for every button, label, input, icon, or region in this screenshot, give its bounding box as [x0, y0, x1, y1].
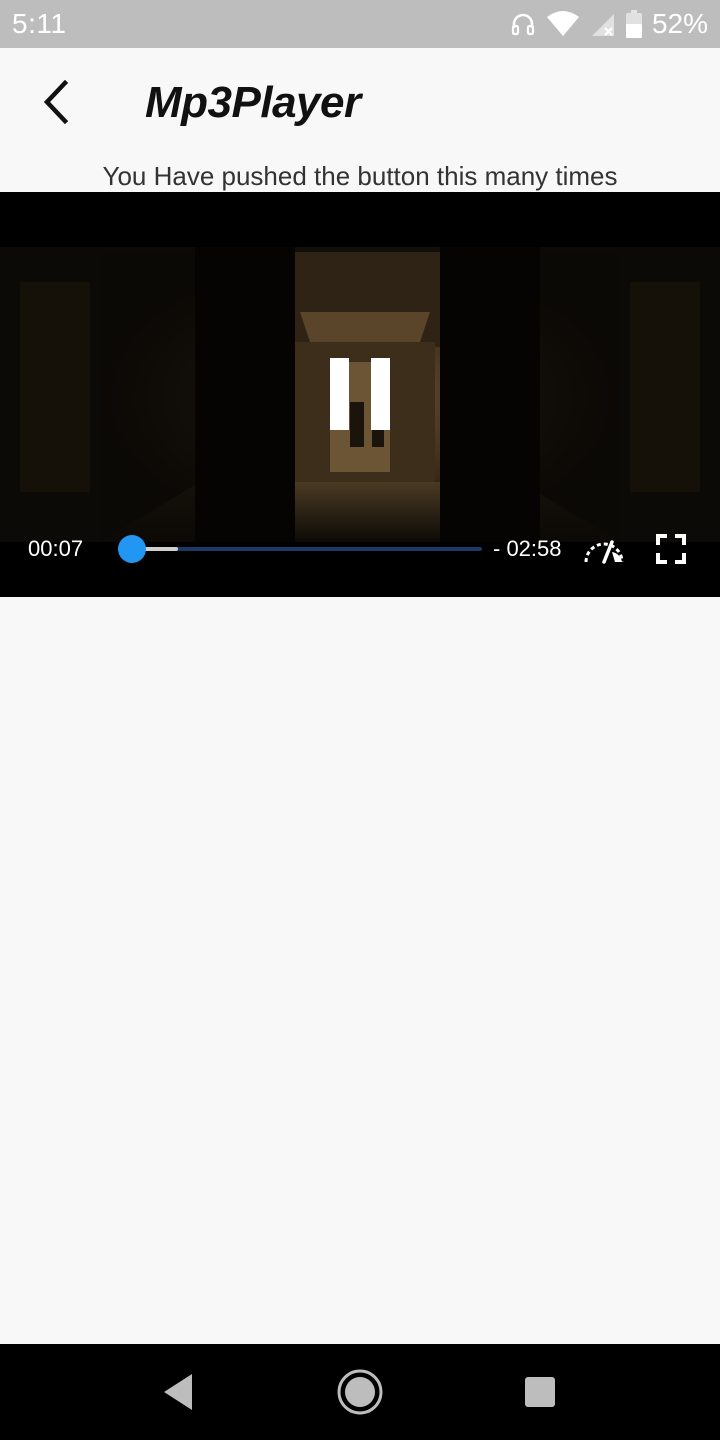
headphones-icon — [510, 11, 536, 37]
fullscreen-icon — [656, 534, 686, 568]
speedometer-icon — [582, 540, 626, 570]
time-remaining: - 02:58 — [493, 536, 562, 561]
seek-thumb[interactable] — [117, 535, 146, 563]
time-elapsed: 00:07 — [28, 536, 84, 561]
wifi-icon — [546, 11, 580, 37]
status-time: 5:11 — [12, 8, 67, 39]
system-nav-bar — [0, 1344, 720, 1440]
nav-back-icon[interactable] — [160, 1372, 194, 1417]
chevron-left-icon — [41, 79, 71, 129]
seek-bar[interactable] — [118, 547, 482, 551]
nav-recents-icon[interactable] — [524, 1376, 556, 1413]
app-bar: Mp3Player — [0, 48, 720, 158]
page-title: Mp3Player — [145, 78, 361, 127]
nav-home-icon[interactable] — [336, 1368, 384, 1421]
playback-speed-button[interactable] — [582, 532, 626, 571]
pause-button[interactable] — [330, 358, 390, 430]
fullscreen-button[interactable] — [656, 534, 686, 569]
back-button[interactable] — [26, 74, 86, 134]
status-icons: 52% — [510, 8, 708, 40]
counter-text: You Have pushed the button this many tim… — [102, 161, 618, 191]
battery-icon — [625, 10, 642, 38]
battery-percent: 52% — [651, 8, 708, 39]
status-bar: 5:11 52% — [0, 0, 720, 48]
cell-signal-icon — [590, 11, 616, 37]
